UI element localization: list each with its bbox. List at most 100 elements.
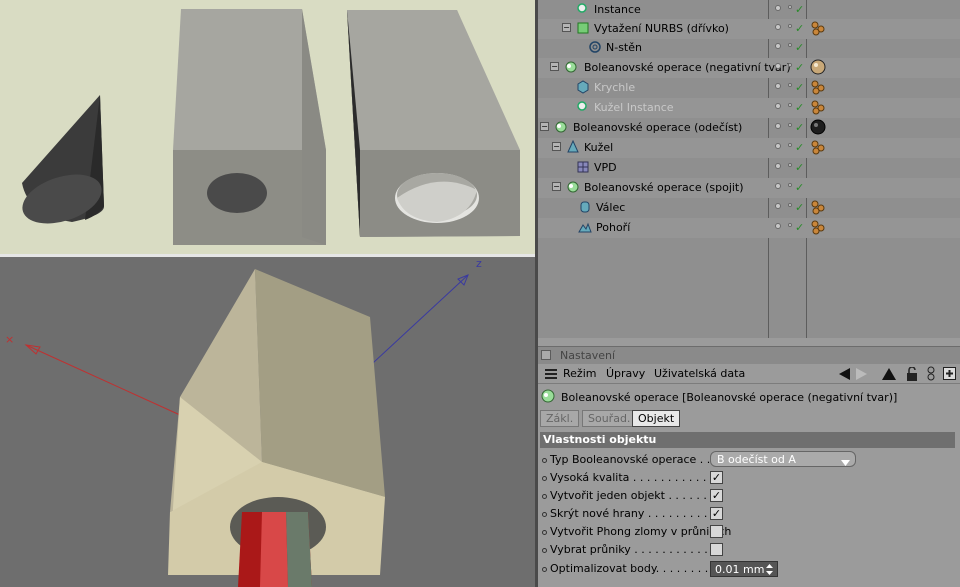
render-dot[interactable] <box>788 5 792 9</box>
visibility-dot[interactable] <box>775 24 781 30</box>
material-tag-icon[interactable] <box>810 139 826 155</box>
object-label: N-stěn <box>606 41 642 54</box>
menu-item-mode[interactable]: Režim <box>563 367 596 380</box>
enabled-check-icon[interactable]: ✓ <box>795 41 804 54</box>
visibility-dot[interactable] <box>775 5 781 11</box>
visibility-dot[interactable] <box>775 163 781 169</box>
render-dot[interactable] <box>788 24 792 28</box>
collapse-toggle[interactable]: − <box>552 142 561 151</box>
material-tag-icon[interactable] <box>810 199 826 215</box>
prop-bullet <box>542 548 547 553</box>
forward-arrow-icon[interactable] <box>855 368 869 383</box>
material-tag-icon[interactable] <box>810 99 826 115</box>
viewport-top[interactable] <box>0 0 535 254</box>
spin-arrows-icon[interactable] <box>766 564 773 578</box>
object-row-cylinder[interactable]: Válec <box>538 198 960 218</box>
new-window-icon[interactable] <box>943 367 956 383</box>
object-row-landscape[interactable]: Pohoří <box>538 218 960 238</box>
material-tag-icon[interactable] <box>810 20 826 36</box>
link-icon[interactable] <box>926 366 936 385</box>
render-dot[interactable] <box>788 123 792 127</box>
enabled-check-icon[interactable]: ✓ <box>795 201 804 214</box>
object-row-boole-union[interactable]: − Boleanovské operace (spojit) <box>538 178 960 198</box>
enabled-check-icon[interactable]: ✓ <box>795 181 804 194</box>
optimize-points-input[interactable]: 0.01 mm <box>710 561 778 577</box>
render-dot[interactable] <box>788 203 792 207</box>
visibility-dot[interactable] <box>775 123 781 129</box>
prop-label: Skrýt nové hrany . . . . . . . . . . . <box>550 507 722 520</box>
enabled-check-icon[interactable]: ✓ <box>795 81 804 94</box>
enabled-check-icon[interactable]: ✓ <box>795 161 804 174</box>
collapse-toggle[interactable]: − <box>540 122 549 131</box>
render-dot[interactable] <box>788 223 792 227</box>
object-row-boole-subtract[interactable]: − Boleanovské operace (odečíst) <box>538 118 960 138</box>
high-quality-checkbox[interactable]: ✓ <box>710 471 723 484</box>
object-row-cone-instance[interactable]: Kužel Instance <box>538 98 960 118</box>
menu-item-edit[interactable]: Úpravy <box>606 367 645 380</box>
visibility-dot[interactable] <box>775 203 781 209</box>
material-tag-icon[interactable] <box>810 79 826 95</box>
render-dot[interactable] <box>788 63 792 67</box>
menu-item-user-data[interactable]: Uživatelská data <box>654 367 745 380</box>
phong-breaks-checkbox[interactable] <box>710 525 723 538</box>
prop-label: Vytvořit jeden objekt . . . . . . . . <box>550 489 721 502</box>
enabled-check-icon[interactable]: ✓ <box>795 101 804 114</box>
prop-optimize-points: Optimalizovat body. . . . . . . . . . 0.… <box>538 560 960 578</box>
visibility-dot[interactable] <box>775 143 781 149</box>
viewport-bottom[interactable]: × z <box>0 257 535 587</box>
object-label: Kužel Instance <box>594 101 674 114</box>
enabled-check-icon[interactable]: ✓ <box>795 61 804 74</box>
visibility-dot[interactable] <box>775 63 781 69</box>
enabled-check-icon[interactable]: ✓ <box>795 121 804 134</box>
material-sphere-icon[interactable] <box>810 59 826 75</box>
single-object-checkbox[interactable]: ✓ <box>710 489 723 502</box>
up-arrow-icon[interactable] <box>882 368 896 383</box>
tab-coordinates[interactable]: Souřad. <box>582 410 637 427</box>
hide-new-edges-checkbox[interactable]: ✓ <box>710 507 723 520</box>
object-label: Kužel <box>584 141 614 154</box>
render-dot[interactable] <box>788 103 792 107</box>
collapse-toggle[interactable]: − <box>550 62 559 71</box>
object-row-instance[interactable]: Instance <box>538 0 960 20</box>
select-intersections-checkbox[interactable] <box>710 543 723 556</box>
object-label: VPD <box>594 161 617 174</box>
object-row-extrude-nurbs[interactable]: − Vytažení NURBS (dřívko) <box>538 19 960 39</box>
render-dot[interactable] <box>788 183 792 187</box>
collapse-toggle[interactable]: − <box>552 182 561 191</box>
render-dot[interactable] <box>788 43 792 47</box>
render-dot[interactable] <box>788 163 792 167</box>
visibility-dot[interactable] <box>775 83 781 89</box>
render-dot[interactable] <box>788 143 792 147</box>
menu-icon[interactable] <box>545 369 557 379</box>
attributes-tabs: Zákl. Souřad. Objekt <box>538 410 960 428</box>
lock-icon[interactable] <box>906 366 918 384</box>
object-row-cone[interactable]: − Kužel <box>538 138 960 158</box>
visibility-dot[interactable] <box>775 103 781 109</box>
material-sphere-icon[interactable] <box>810 119 826 135</box>
enabled-check-icon[interactable]: ✓ <box>795 22 804 35</box>
object-label: Válec <box>596 201 626 214</box>
visibility-dot[interactable] <box>775 43 781 49</box>
visibility-dot[interactable] <box>775 223 781 229</box>
object-row-boole-negative[interactable]: − Boleanovské operace (negativní tvar) <box>538 58 960 78</box>
material-tag-icon[interactable] <box>810 219 826 235</box>
object-row-n-gon[interactable]: N-stěn <box>538 38 960 58</box>
enabled-check-icon[interactable]: ✓ <box>795 141 804 154</box>
visibility-dot[interactable] <box>775 183 781 189</box>
object-label: Instance <box>594 3 641 16</box>
object-row-cube[interactable]: Krychle <box>538 78 960 98</box>
collapse-toggle[interactable]: − <box>562 23 571 32</box>
back-arrow-icon[interactable] <box>838 368 852 383</box>
instance-icon <box>576 2 590 16</box>
render-dot[interactable] <box>788 83 792 87</box>
boolean-type-select[interactable]: B odečíst od A <box>710 451 856 467</box>
prop-high-quality: Vysoká kvalita . . . . . . . . . . . . .… <box>538 469 960 487</box>
enabled-check-icon[interactable]: ✓ <box>795 3 804 16</box>
tab-basic[interactable]: Zákl. <box>540 410 580 427</box>
object-row-vpd[interactable]: VPD <box>538 158 960 178</box>
tab-object[interactable]: Objekt <box>632 410 681 427</box>
panel-close-box[interactable] <box>541 350 551 360</box>
enabled-check-icon[interactable]: ✓ <box>795 221 804 234</box>
prop-bullet <box>542 567 547 572</box>
prop-create-single-object: Vytvořit jeden objekt . . . . . . . . ✓ <box>538 487 960 505</box>
